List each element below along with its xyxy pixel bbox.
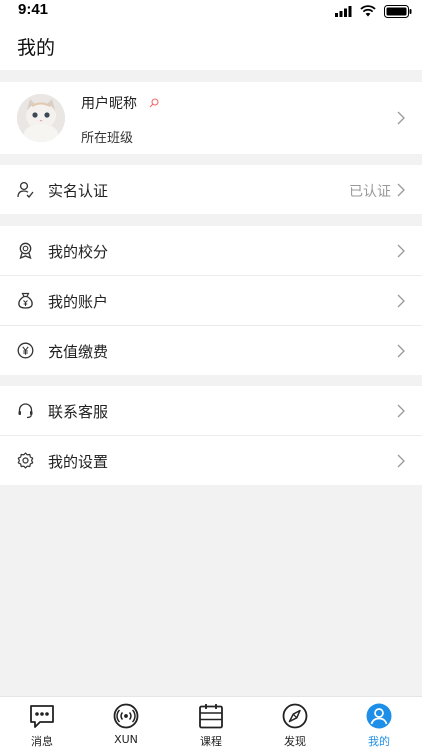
tab-label: 我的 — [368, 735, 390, 748]
user-icon — [366, 703, 392, 729]
badge-icon — [19, 242, 32, 259]
chat-icon — [30, 705, 54, 728]
chevron-right-icon — [397, 404, 405, 418]
menu-label: 我的设置 — [48, 453, 109, 471]
chevron-right-icon — [397, 454, 405, 468]
nickname: 用户昵称 — [81, 96, 137, 112]
menu-label: 充值缴费 — [48, 343, 109, 361]
wifi-icon — [360, 5, 376, 17]
signal-icon — [335, 5, 352, 17]
money-bag-icon — [18, 292, 33, 309]
tab-me[interactable]: 我的 — [337, 697, 421, 751]
menu-label: 联系客服 — [48, 403, 109, 421]
menu-label: 我的账户 — [48, 293, 109, 311]
status-icons — [335, 4, 412, 18]
chevron-right-icon — [397, 183, 405, 197]
tab-label: 消息 — [31, 735, 53, 748]
battery-icon — [384, 4, 412, 18]
gear-icon — [17, 452, 34, 469]
nav-bar: 我的 — [0, 22, 422, 70]
chevron-right-icon — [397, 294, 405, 308]
status-bar: 9:41 — [0, 0, 422, 22]
tab-label: 发现 — [284, 735, 306, 748]
menu-item-customer-service[interactable]: 联系客服 — [0, 386, 422, 435]
kitten-avatar-image — [17, 94, 65, 142]
chevron-right-icon — [397, 244, 405, 258]
compass-icon — [282, 703, 308, 729]
tab-discover[interactable]: 发现 — [253, 697, 337, 751]
tab-xun[interactable]: XUN — [84, 697, 168, 751]
verification-section: 实名认证 已认证 — [0, 165, 422, 214]
headset-icon — [18, 403, 33, 419]
service-section: 联系客服 我的设置 — [0, 386, 422, 485]
yuan-icon — [17, 342, 34, 359]
person-check-icon — [17, 181, 34, 198]
tab-label: XUN — [114, 733, 138, 746]
account-section: 我的校分 我的账户 充值缴费 — [0, 226, 422, 375]
menu-item-settings[interactable]: 我的设置 — [0, 436, 422, 485]
avatar[interactable] — [17, 94, 65, 142]
menu-item-my-account[interactable]: 我的账户 — [0, 276, 422, 325]
tab-label: 课程 — [200, 735, 222, 748]
menu-item-school-points[interactable]: 我的校分 — [0, 226, 422, 275]
verification-label: 实名认证 — [48, 182, 109, 200]
calendar-icon — [199, 704, 223, 729]
verification-status: 已认证 — [349, 184, 391, 200]
page-title: 我的 — [17, 37, 56, 59]
chevron-right-icon — [397, 344, 405, 358]
tab-bar: 消息 XUN 课程 发现 我的 — [0, 696, 422, 751]
tab-messages[interactable]: 消息 — [0, 697, 84, 751]
status-time: 9:41 — [18, 1, 49, 18]
menu-item-recharge[interactable]: 充值缴费 — [0, 326, 422, 375]
tab-courses[interactable]: 课程 — [169, 697, 253, 751]
chevron-right-icon — [397, 111, 405, 125]
profile-card[interactable]: 用户昵称 所在班级 — [0, 82, 422, 154]
search-icon[interactable] — [149, 98, 159, 108]
class-name: 所在班级 — [81, 131, 134, 146]
verification-row[interactable]: 实名认证 已认证 — [0, 165, 422, 214]
xun-icon — [113, 703, 139, 729]
menu-label: 我的校分 — [48, 243, 109, 261]
